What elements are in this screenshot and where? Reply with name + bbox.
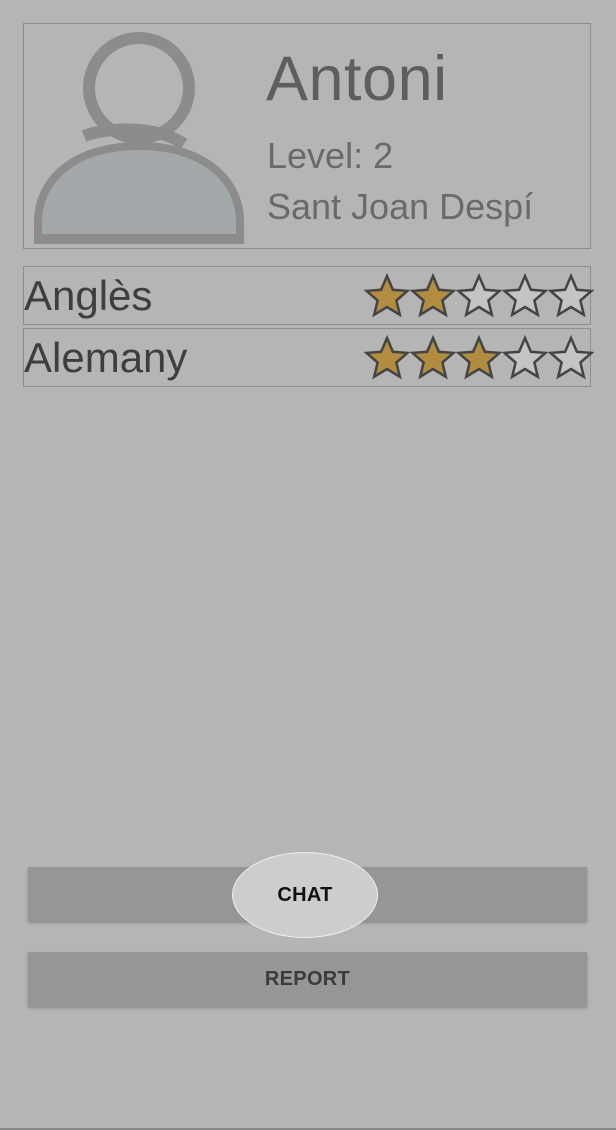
language-row: Alemany bbox=[23, 328, 594, 387]
star-rating bbox=[364, 272, 594, 320]
star-filled-icon bbox=[456, 334, 502, 380]
star-filled-icon bbox=[364, 334, 410, 380]
star-empty-icon bbox=[548, 334, 594, 380]
report-button[interactable]: REPORT bbox=[28, 952, 587, 1006]
user-name: Antoni bbox=[266, 44, 448, 114]
chat-button-label[interactable]: CHAT bbox=[232, 852, 378, 938]
star-filled-icon bbox=[410, 272, 456, 318]
user-level: Level: 2 bbox=[267, 135, 394, 176]
star-rating bbox=[364, 334, 594, 382]
star-empty-icon bbox=[456, 272, 502, 318]
star-empty-icon bbox=[502, 334, 548, 380]
language-name: Alemany bbox=[24, 334, 188, 381]
star-filled-icon bbox=[364, 272, 410, 318]
user-avatar-icon bbox=[34, 32, 244, 244]
star-empty-icon bbox=[502, 272, 548, 318]
star-filled-icon bbox=[410, 334, 456, 380]
user-location: Sant Joan Despí bbox=[267, 186, 534, 227]
language-name: Anglès bbox=[24, 272, 153, 319]
language-row: Anglès bbox=[23, 266, 594, 325]
star-empty-icon bbox=[548, 272, 594, 318]
profile-card: Antoni Level: 2 Sant Joan Despí bbox=[23, 23, 591, 249]
